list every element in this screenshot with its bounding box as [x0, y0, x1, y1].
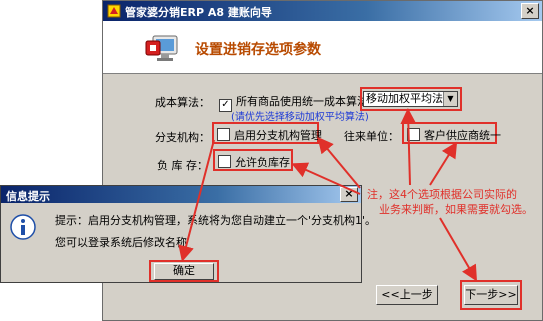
partner-checkbox[interactable]: [407, 128, 420, 141]
cost-method-hint: (请优先选择移动加权平均算法): [231, 112, 369, 123]
partner-checkbox-row[interactable]: 客户供应商统一: [407, 127, 501, 143]
partner-label: 往来单位：: [344, 130, 399, 143]
negative-stock-label: 负 库 存：: [157, 159, 208, 172]
info-message-line-2: 您可以登录系统后修改名称: [55, 236, 187, 249]
app-logo-icon: [107, 4, 121, 18]
negative-stock-checkbox-row[interactable]: 允许负库存: [218, 154, 290, 170]
info-dialog-titlebar[interactable]: 信息提示 ×: [1, 186, 361, 203]
prev-step-button[interactable]: <<上一步: [376, 285, 438, 305]
unified-cost-checkbox-label: 所有商品使用统一成本算法: [236, 95, 368, 108]
wizard-title: 管家婆分销ERP A8 建账向导: [125, 6, 272, 19]
wizard-header: 设置进销存选项参数: [103, 21, 542, 74]
ok-button[interactable]: 确定: [154, 263, 214, 280]
info-dialog-title: 信息提示: [6, 190, 50, 203]
branch-checkbox-row[interactable]: 启用分支机构管理: [217, 127, 322, 143]
negative-stock-checkbox[interactable]: [218, 155, 231, 168]
wizard-titlebar[interactable]: 管家婆分销ERP A8 建账向导 ×: [103, 1, 542, 21]
info-dialog: 信息提示 × 提示：启用分支机构管理，系统将为您自动建立一个'分支机构1'。 您…: [0, 185, 376, 283]
annotation-note-line-1: 注，这4个选项根据公司实际的: [367, 188, 517, 201]
cost-method-value: 移动加权平均法: [366, 92, 443, 105]
negative-stock-checkbox-label: 允许负库存: [235, 156, 290, 169]
branch-checkbox-label: 启用分支机构管理: [234, 129, 322, 142]
cost-method-select[interactable]: 移动加权平均法 ▼: [363, 91, 458, 107]
chevron-down-icon[interactable]: ▼: [443, 92, 457, 106]
page-title: 设置进销存选项参数: [195, 42, 321, 58]
branch-checkbox[interactable]: [217, 128, 230, 141]
partner-checkbox-label: 客户供应商统一: [424, 129, 501, 142]
info-dialog-close-button[interactable]: ×: [340, 187, 358, 202]
annotation-note-line-2: 业务来判断，如果需要就勾选。: [379, 203, 533, 216]
info-icon: [10, 214, 36, 240]
branch-label: 分支机构：: [155, 131, 210, 144]
wizard-close-button[interactable]: ×: [521, 3, 539, 19]
info-message-line-1: 提示：启用分支机构管理，系统将为您自动建立一个'分支机构1'。: [55, 214, 377, 227]
next-step-button[interactable]: 下一步>>: [464, 285, 518, 305]
settings-monitor-icon: [145, 35, 178, 61]
cost-algorithm-label: 成本算法：: [155, 96, 210, 109]
